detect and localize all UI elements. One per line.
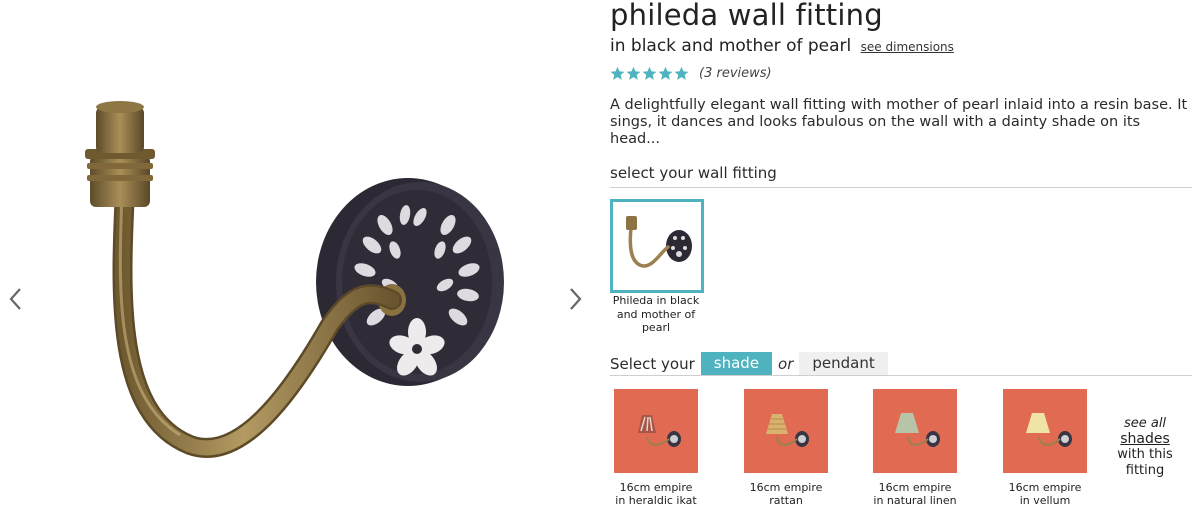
reviews-link[interactable]: (3 reviews) xyxy=(699,66,772,81)
chevron-right-icon xyxy=(570,288,582,310)
shade-label-line: in vellum xyxy=(1019,494,1071,507)
rating: (3 reviews) xyxy=(610,66,772,81)
shade-image xyxy=(1003,389,1087,473)
shade-label: 16cm empire in heraldic ikat xyxy=(596,481,716,507)
shade-label-line: in natural linen xyxy=(873,494,957,507)
or-label: or xyxy=(778,354,794,373)
gallery-next-arrow[interactable] xyxy=(563,284,587,314)
shade-label: 16cm empire in vellum xyxy=(985,481,1105,507)
see-dimensions-link[interactable]: see dimensions xyxy=(861,40,954,54)
shade-option-vellum[interactable]: 16cm empire in vellum xyxy=(985,389,1105,507)
shade-label: 16cm empire in natural linen xyxy=(855,481,975,507)
divider xyxy=(610,187,1192,188)
divider xyxy=(610,375,1192,376)
product-subtitle-row: in black and mother of pearl see dimensi… xyxy=(610,36,954,56)
tab-shade[interactable]: shade xyxy=(700,352,773,375)
shade-label-line: 16cm empire xyxy=(1008,481,1082,494)
see-all-shades: see all shades with this fitting xyxy=(1110,416,1180,478)
see-all-suffix: with this fitting xyxy=(1117,447,1173,478)
shade-label-line: 16cm empire xyxy=(749,481,823,494)
shade-label: 16cm empire rattan xyxy=(726,481,846,507)
shade-image xyxy=(614,389,698,473)
star-icon xyxy=(642,66,657,80)
shade-option-rattan[interactable]: 16cm empire rattan xyxy=(726,389,846,507)
shade-image xyxy=(744,389,828,473)
select-prefix: Select your xyxy=(610,354,695,373)
star-icon xyxy=(626,66,641,80)
fitting-section-title: select your wall fitting xyxy=(610,164,777,182)
shade-option-heraldic-ikat[interactable]: 16cm empire in heraldic ikat xyxy=(596,389,716,507)
shade-option-natural-linen[interactable]: 16cm empire in natural linen xyxy=(855,389,975,507)
shade-label-line: 16cm empire xyxy=(619,481,693,494)
shade-image xyxy=(873,389,957,473)
product-subtitle: in black and mother of pearl xyxy=(610,36,852,56)
shade-label-line: rattan xyxy=(769,494,803,507)
fitting-option[interactable] xyxy=(610,199,704,293)
star-rating xyxy=(610,66,689,81)
product-description: A delightfully elegant wall fitting with… xyxy=(610,97,1188,147)
star-icon xyxy=(658,66,673,80)
tab-pendant[interactable]: pendant xyxy=(799,352,888,375)
product-image xyxy=(85,101,504,458)
fitting-thumbnail-image xyxy=(626,216,692,268)
star-icon xyxy=(674,66,689,80)
fitting-option-label: Phileda in black and mother of pearl xyxy=(612,294,700,334)
shade-label-line: in heraldic ikat xyxy=(615,494,697,507)
product-title: phileda wall fitting xyxy=(610,0,883,32)
see-all-shades-link[interactable]: shades xyxy=(1110,431,1180,448)
star-icon xyxy=(610,66,625,80)
shade-label-line: 16cm empire xyxy=(878,481,952,494)
chevron-left-icon xyxy=(9,288,21,310)
see-all-prefix: see all xyxy=(1123,416,1167,431)
gallery-prev-arrow[interactable] xyxy=(4,284,28,314)
shade-or-pendant-selector: Select your shade or pendant xyxy=(610,352,888,375)
product-gallery xyxy=(0,0,600,513)
